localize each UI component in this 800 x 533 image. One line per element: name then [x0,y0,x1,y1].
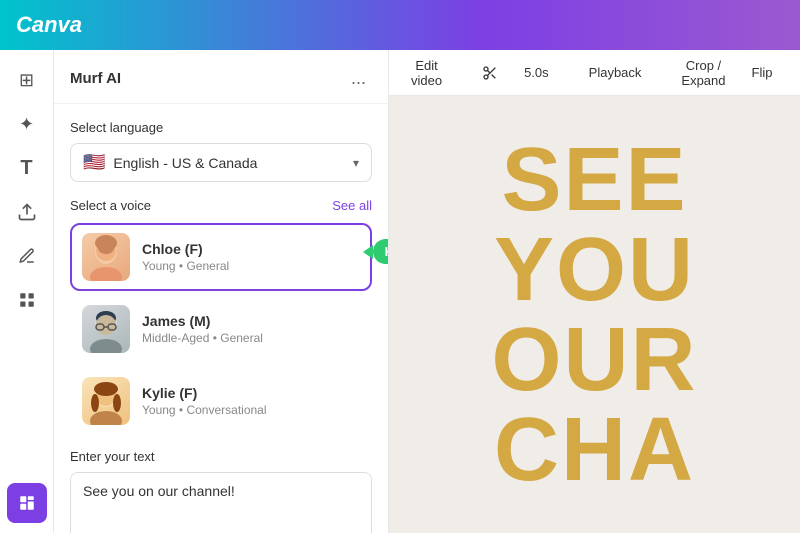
edit-video-button[interactable]: Edit video [401,53,452,93]
duration-button[interactable]: 5.0s [514,60,559,85]
voice-item-james[interactable]: James (M) Middle-Aged • General [70,295,372,363]
language-select[interactable]: 🇺🇸 English - US & Canada ▾ [70,143,372,182]
voice-name-james: James (M) [142,313,360,329]
voice-info-chloe: Chloe (F) Young • General [142,241,360,273]
language-text: English - US & Canada [113,155,345,171]
brand-icon-btn[interactable] [7,483,47,523]
voice-item-kylie[interactable]: Kylie (F) Young • Conversational [70,367,372,435]
crop-expand-label: Crop / Expand [681,58,725,88]
canvas-content: SEE YOU OUR CHA [389,96,800,533]
toolbar: Edit video 5.0s Playback Crop / Expan [389,50,800,96]
playback-button[interactable]: Playback [579,60,652,85]
voice-item-chloe[interactable]: Chloe (F) Young • General Kollins [70,223,372,291]
panel-header: Murf AI ... [54,50,388,104]
voice-info-james: James (M) Middle-Aged • General [142,313,360,345]
voice-avatar-kylie [82,377,130,425]
grid-icon-btn[interactable]: ⊞ [7,60,47,100]
edit-video-label: Edit video [411,58,442,88]
tooltip-arrow [363,245,373,259]
voice-label: Select a voice [70,198,151,213]
tooltip-container: Kollins [363,239,389,264]
elements-icon-btn[interactable]: ✦ [7,104,47,144]
text-section: Enter your text See you on our channel! … [70,449,372,533]
apps-icon-btn[interactable] [7,280,47,320]
crop-expand-button[interactable]: Crop / Expand [671,53,735,93]
text-input[interactable]: See you on our channel! [71,473,371,533]
more-button[interactable]: ... [345,66,372,91]
see-all-button[interactable]: See all [332,198,372,213]
draw-icon-btn[interactable] [7,236,47,276]
voice-desc-james: Middle-Aged • General [142,331,360,345]
text-label: Enter your text [70,449,372,464]
panel-body: Select language 🇺🇸 English - US & Canada… [54,104,388,533]
duration-label: 5.0s [524,65,549,80]
panel: Murf AI ... Select language 🇺🇸 English -… [54,50,389,533]
text-area-wrapper: See you on our channel! 18/1000 [70,472,372,533]
canvas-line2: OUR CHA [389,315,800,495]
language-label: Select language [70,120,372,135]
canvas-area: Edit video 5.0s Playback Crop / Expan [389,50,800,533]
voice-desc-chloe: Young • General [142,259,360,273]
scissors-icon-btn[interactable] [472,60,508,86]
flip-button[interactable]: Flip [742,60,783,85]
panel-title: Murf AI [70,70,121,87]
playback-label: Playback [589,65,642,80]
main-area: ⊞ ✦ T [0,50,800,533]
flag-icon: 🇺🇸 [83,152,105,173]
canvas-line1: SEE YOU [389,135,800,315]
voice-avatar-chloe [82,233,130,281]
voice-name-chloe: Chloe (F) [142,241,360,257]
voice-name-kylie: Kylie (F) [142,385,360,401]
canva-logo: Canva [16,12,82,38]
upload-icon-btn[interactable] [7,192,47,232]
chevron-down-icon: ▾ [353,156,359,170]
voice-section-header: Select a voice See all [70,198,372,213]
topbar: Canva [0,0,800,50]
kollins-tooltip: Kollins [373,239,389,264]
flip-label: Flip [752,65,773,80]
scissors-icon [482,65,498,81]
voice-desc-kylie: Young • Conversational [142,403,360,417]
icon-sidebar: ⊞ ✦ T [0,50,54,533]
voice-avatar-james [82,305,130,353]
voice-info-kylie: Kylie (F) Young • Conversational [142,385,360,417]
canvas-text: SEE YOU OUR CHA [389,135,800,495]
text-icon-btn[interactable]: T [7,148,47,188]
